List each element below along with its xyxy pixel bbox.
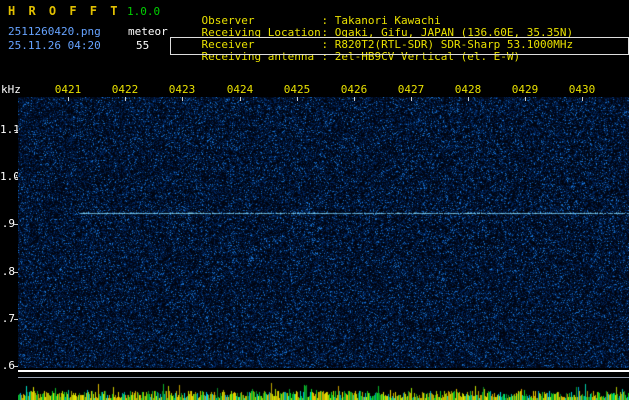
time-tick — [125, 97, 126, 101]
observation-timestamp: 25.11.26 04:20 — [8, 39, 101, 52]
level-baseline-line — [18, 370, 629, 372]
level-secondary-line — [18, 377, 629, 378]
app-version-label: 1.0.0 — [127, 5, 161, 18]
time-axis-label: 0430 — [568, 83, 596, 96]
freq-tick — [14, 130, 18, 131]
freq-axis-label: .8 — [1, 265, 15, 278]
freq-axis-unit: kHz — [1, 83, 21, 96]
observation-mode-label: meteor — [128, 25, 168, 38]
time-tick — [468, 97, 469, 101]
app-title: H R O F F T — [8, 4, 121, 18]
time-tick — [582, 97, 583, 101]
time-axis-label: 0423 — [168, 83, 196, 96]
time-tick — [240, 97, 241, 101]
antenna-row-outline — [170, 37, 629, 55]
freq-tick — [14, 224, 18, 225]
time-axis-label: 0421 — [54, 83, 82, 96]
output-filename: 2511260420.png — [8, 25, 101, 38]
hrofft-window: H R O F F T 1.0.0 2511260420.png meteor … — [0, 0, 629, 400]
time-axis-label: 0422 — [111, 83, 139, 96]
time-tick — [182, 97, 183, 101]
time-axis-label: 0429 — [511, 83, 539, 96]
time-axis-label: 0426 — [340, 83, 368, 96]
signal-level-canvas — [18, 380, 629, 400]
time-tick — [68, 97, 69, 101]
time-axis-label: 0428 — [454, 83, 482, 96]
freq-tick — [14, 272, 18, 273]
time-axis-label: 0425 — [283, 83, 311, 96]
time-axis-label: 0424 — [226, 83, 254, 96]
freq-axis-label: 1.1 — [0, 123, 20, 136]
echo-count: 55 — [136, 39, 150, 52]
time-tick — [354, 97, 355, 101]
time-axis-label: 0427 — [397, 83, 425, 96]
spectrogram-canvas — [18, 97, 629, 368]
freq-axis-label: .7 — [1, 312, 15, 325]
freq-tick — [14, 366, 18, 367]
time-tick — [297, 97, 298, 101]
time-tick — [525, 97, 526, 101]
freq-axis-label: .9 — [1, 217, 15, 230]
time-tick — [411, 97, 412, 101]
freq-axis-label: 1.0 — [0, 170, 20, 183]
freq-axis-label: .6 — [1, 359, 15, 372]
freq-tick — [14, 319, 18, 320]
freq-tick — [14, 177, 18, 178]
